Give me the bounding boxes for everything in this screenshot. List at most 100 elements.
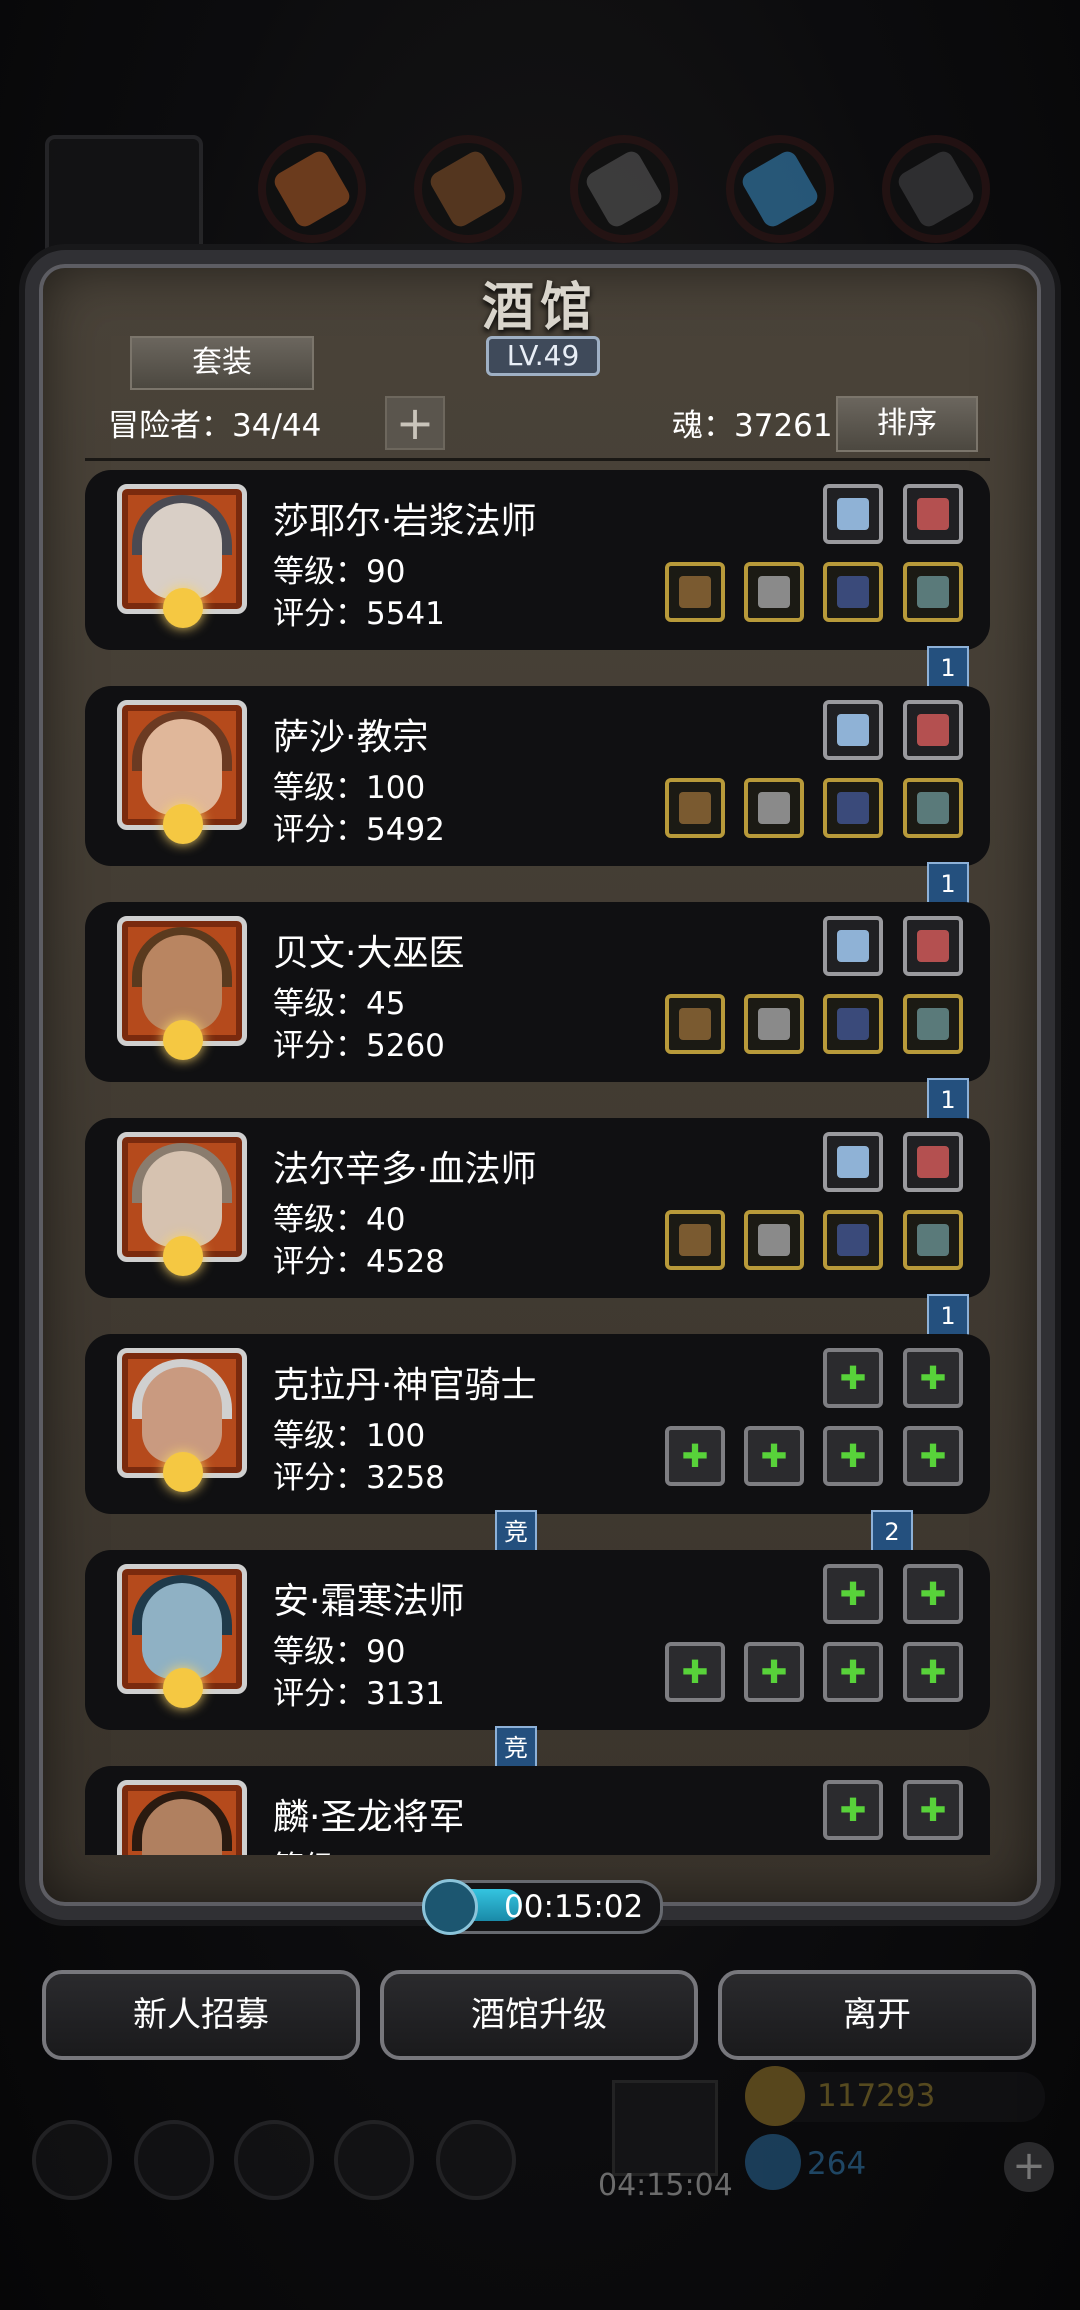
equipment-slot[interactable] (823, 1210, 883, 1270)
settings-icon[interactable] (32, 2120, 112, 2200)
skill-slot[interactable] (903, 1132, 963, 1192)
tab-material-stone[interactable] (882, 135, 990, 243)
tab-material-orange[interactable] (258, 135, 366, 243)
empty-equipment-slot[interactable]: ✚ (744, 1426, 804, 1486)
empty-equipment-slot[interactable]: ✚ (903, 1642, 963, 1702)
equipment-slot[interactable] (903, 778, 963, 838)
equipment-slot[interactable] (744, 562, 804, 622)
empty-skill-slot[interactable]: ✚ (903, 1564, 963, 1624)
set-button[interactable]: 套装 (130, 336, 314, 390)
gold-coin-icon (745, 2066, 805, 2126)
skill-icon (837, 714, 869, 746)
hero-level: 等级：100 (273, 1418, 426, 1454)
divider (85, 458, 990, 461)
equipment-icon (917, 576, 949, 608)
empty-skill-slot[interactable]: ✚ (903, 1348, 963, 1408)
plus-icon: ✚ (919, 1791, 947, 1829)
empty-skill-slot[interactable]: ✚ (903, 1780, 963, 1840)
moon-icon (163, 804, 203, 844)
skill-slot[interactable] (823, 484, 883, 544)
gift-box-icon[interactable] (612, 2080, 718, 2176)
skill-icon (837, 498, 869, 530)
empty-equipment-slot[interactable]: ✚ (665, 1426, 725, 1486)
sort-button[interactable]: 排序 (836, 396, 978, 452)
hero-name: 安·霜寒法师 (273, 1581, 465, 1622)
plus-icon: ✚ (919, 1437, 947, 1475)
timer-text: 00:15:02 (504, 1889, 644, 1925)
equipment-slot[interactable] (665, 778, 725, 838)
empty-equipment-slot[interactable]: ✚ (823, 1642, 883, 1702)
equipment-icon (917, 792, 949, 824)
hero-card[interactable]: 克拉丹·神官骑士 等级：100 评分：3258 ✚ ✚ ✚ ✚ ✚ ✚ (85, 1334, 990, 1514)
skill-slot[interactable] (823, 700, 883, 760)
castle-icon[interactable] (234, 2120, 314, 2200)
plus-icon: ✚ (839, 1791, 867, 1829)
empty-skill-slot[interactable]: ✚ (823, 1348, 883, 1408)
mail-icon[interactable] (334, 2120, 414, 2200)
equipment-slot[interactable] (665, 562, 725, 622)
hero-face (142, 1583, 222, 1679)
skill-slot[interactable] (903, 484, 963, 544)
plus-icon: ✚ (839, 1359, 867, 1397)
hero-card[interactable]: 莎耶尔·岩浆法师 等级：90 评分：5541 (85, 470, 990, 650)
plus-icon: ✚ (839, 1575, 867, 1613)
tab-material-feather[interactable] (726, 135, 834, 243)
skill-slot[interactable] (823, 916, 883, 976)
empty-equipment-slot[interactable]: ✚ (665, 1642, 725, 1702)
empty-equipment-slot[interactable]: ✚ (903, 1426, 963, 1486)
hero-score: 评分：4528 (273, 1244, 445, 1280)
hero-card[interactable]: 安·霜寒法师 等级：90 评分：3131 ✚ ✚ ✚ ✚ ✚ ✚ (85, 1550, 990, 1730)
hero-card[interactable]: 麟·圣龙将军 等级： ✚ ✚ (85, 1766, 990, 1855)
empty-equipment-slot[interactable]: ✚ (744, 1642, 804, 1702)
hero-list[interactable]: 莎耶尔·岩浆法师 等级：90 评分：5541 1 萨沙·教宗 等级：100 评分… (85, 470, 990, 1855)
stone-icon (895, 148, 977, 230)
empty-equipment-slot[interactable]: ✚ (823, 1426, 883, 1486)
skill-icon (837, 1146, 869, 1178)
adventurer-count: 冒险者：34/44 (108, 408, 322, 444)
hero-face (142, 935, 222, 1031)
hero-level: 等级：90 (273, 554, 406, 590)
iron-icon (583, 148, 665, 230)
hero-portrait[interactable] (117, 1780, 247, 1855)
hero-level: 等级：45 (273, 986, 406, 1022)
hero-card[interactable]: 贝文·大巫医 等级：45 评分：5260 (85, 902, 990, 1082)
gold-value: 117293 (817, 2078, 936, 2114)
tab-material-wood[interactable] (414, 135, 522, 243)
equipment-icon (758, 792, 790, 824)
hero-card[interactable]: 法尔辛多·血法师 等级：40 评分：4528 (85, 1118, 990, 1298)
equipment-slot[interactable] (903, 562, 963, 622)
equipment-slot[interactable] (744, 778, 804, 838)
equipment-slot[interactable] (744, 994, 804, 1054)
hero-level: 等级： (273, 1842, 366, 1855)
gem-counter: 264 (745, 2134, 1045, 2190)
equipment-slot[interactable] (903, 1210, 963, 1270)
hero-name: 法尔辛多·血法师 (273, 1149, 537, 1190)
skill-slot[interactable] (903, 916, 963, 976)
equipment-slot[interactable] (823, 562, 883, 622)
leave-button[interactable]: 离开 (718, 1970, 1036, 2060)
hero-name: 麟·圣龙将军 (273, 1797, 465, 1838)
hero-card[interactable]: 萨沙·教宗 等级：100 评分：5492 (85, 686, 990, 866)
equipment-icon (837, 792, 869, 824)
equipment-slot[interactable] (744, 1210, 804, 1270)
upgrade-tavern-button[interactable]: 酒馆升级 (380, 1970, 698, 2060)
equipment-slot[interactable] (823, 994, 883, 1054)
equipment-slot[interactable] (665, 1210, 725, 1270)
empty-skill-slot[interactable]: ✚ (823, 1780, 883, 1840)
hero-name: 克拉丹·神官骑士 (273, 1365, 537, 1406)
plus-icon: ✚ (919, 1653, 947, 1691)
skill-slot[interactable] (823, 1132, 883, 1192)
equipment-slot[interactable] (665, 994, 725, 1054)
recruit-button[interactable]: 新人招募 (42, 1970, 360, 2060)
hero-face (142, 1151, 222, 1247)
plus-icon: ✚ (760, 1437, 788, 1475)
empty-skill-slot[interactable]: ✚ (823, 1564, 883, 1624)
add-slot-button[interactable]: + (385, 396, 445, 450)
achievement-icon[interactable] (134, 2120, 214, 2200)
equipment-slot[interactable] (823, 778, 883, 838)
tab-material-iron[interactable] (570, 135, 678, 243)
equipment-slot[interactable] (903, 994, 963, 1054)
cube-icon[interactable] (436, 2120, 516, 2200)
skill-slot[interactable] (903, 700, 963, 760)
add-gems-button[interactable]: + (1004, 2142, 1054, 2192)
